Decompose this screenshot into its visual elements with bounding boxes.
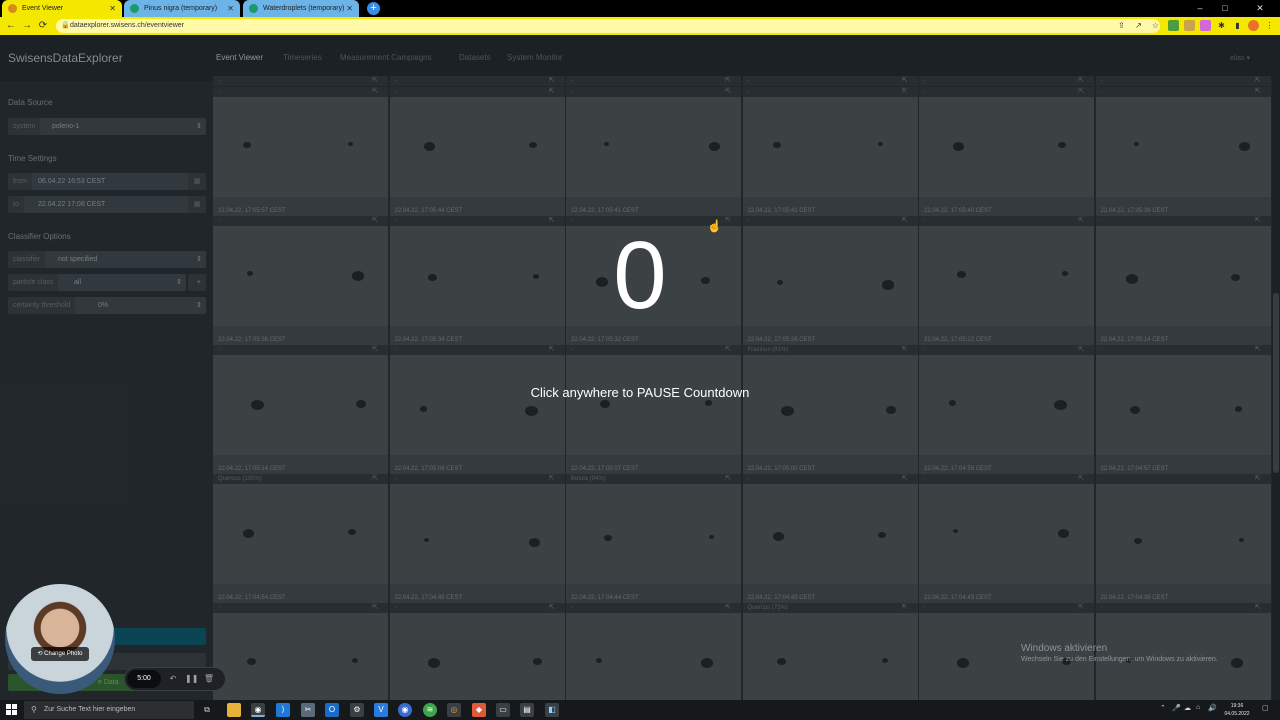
- tab-close-icon[interactable]: ✕: [346, 0, 353, 17]
- windows-activation-title: Windows aktivieren: [1021, 643, 1108, 654]
- share-icon[interactable]: ⇪: [1116, 20, 1127, 31]
- teams-icon[interactable]: ◉: [398, 703, 412, 717]
- gitkraken-icon[interactable]: ◆: [472, 703, 486, 717]
- puzzle-icon[interactable]: ✱: [1216, 20, 1227, 31]
- minimize-icon[interactable]: –: [1190, 0, 1210, 17]
- change-photo-label: Change Photo: [44, 651, 83, 657]
- change-photo-button[interactable]: ⟲ Change Photo: [31, 647, 89, 661]
- spotify-icon[interactable]: ≋: [423, 703, 437, 717]
- windows-activation-watermark: Windows aktivieren Wechseln Sie zu den E…: [1021, 643, 1218, 663]
- favicon-icon: [130, 4, 139, 13]
- pause-countdown-message: Click anywhere to PAUSE Countdown: [530, 385, 750, 400]
- favicon-icon: [8, 4, 17, 13]
- extension-icon[interactable]: [1168, 20, 1179, 31]
- browser-tab-strip: Event Viewer ✕ Pinus nigra (temporary) ✕…: [0, 0, 1280, 17]
- settings-app-icon[interactable]: ⚙: [350, 703, 364, 717]
- url-text: dataexplorer.swisens.ch/eventviewer: [70, 22, 185, 29]
- notepad-icon[interactable]: ▤: [520, 703, 534, 717]
- volume-icon[interactable]: 🔊: [1208, 704, 1217, 712]
- menu-icon[interactable]: ⋮: [1264, 20, 1275, 31]
- taskbar-clock[interactable]: 19:36 04.05.2022: [1222, 702, 1252, 718]
- recording-timer: 5:00: [127, 670, 161, 688]
- tab-close-icon[interactable]: ✕: [227, 0, 234, 17]
- network-icon[interactable]: ⌂: [1196, 704, 1200, 711]
- tab-pinus-nigra[interactable]: Pinus nigra (temporary) ✕: [124, 0, 240, 17]
- taskbar-search-input[interactable]: ⚲ Zur Suche Text hier eingeben: [24, 701, 194, 719]
- maximize-icon[interactable]: □: [1215, 0, 1235, 17]
- mouse-cursor-icon: ☝: [707, 219, 722, 233]
- extension-icon[interactable]: [1184, 20, 1195, 31]
- windows-activation-subtitle: Wechseln Sie zu den Einstellungen, um Wi…: [1021, 656, 1218, 663]
- cloud-icon[interactable]: ☁: [1184, 704, 1191, 712]
- tab-close-icon[interactable]: ✕: [109, 0, 116, 17]
- search-icon: ⚲: [31, 705, 37, 714]
- task-view-icon[interactable]: ⧉: [200, 703, 214, 717]
- chrome-icon[interactable]: ◉: [251, 703, 265, 717]
- tab-title: Event Viewer: [22, 5, 64, 12]
- file-explorer-icon[interactable]: [227, 703, 241, 717]
- search-placeholder: Zur Suche Text hier eingeben: [44, 706, 136, 713]
- tab-event-viewer[interactable]: Event Viewer ✕: [2, 0, 122, 17]
- star-icon[interactable]: ☆: [1150, 20, 1161, 31]
- close-window-icon[interactable]: ✕: [1250, 0, 1270, 17]
- vmware-icon[interactable]: V: [374, 703, 388, 717]
- app-icon[interactable]: ◧: [545, 703, 559, 717]
- clock-time: 19:36: [1230, 703, 1244, 709]
- send-icon[interactable]: ↗: [1133, 20, 1144, 31]
- new-tab-button[interactable]: +: [367, 2, 380, 15]
- forward-icon[interactable]: →: [20, 19, 34, 33]
- tab-title: Pinus nigra (temporary): [144, 5, 218, 12]
- windows-taskbar: ⚲ Zur Suche Text hier eingeben ⧉ ◉ ⟩ ✂ O…: [0, 700, 1280, 720]
- tab-title: Waterdroplets (temporary): [263, 5, 345, 12]
- lock-icon: 🔒: [61, 22, 70, 29]
- tab-waterdroplets[interactable]: Waterdroplets (temporary) ✕: [243, 0, 359, 17]
- sidebar-icon[interactable]: ▮: [1232, 20, 1243, 31]
- notifications-icon[interactable]: ▢: [1262, 704, 1269, 712]
- clock-date: 04.05.2022: [1224, 711, 1250, 717]
- pause-icon[interactable]: ❚❚: [185, 672, 198, 686]
- trash-icon[interactable]: 🗑: [203, 672, 215, 686]
- countdown-number: 0: [613, 222, 667, 329]
- back-icon[interactable]: ←: [4, 19, 18, 33]
- terminal-icon[interactable]: ▭: [496, 703, 510, 717]
- webcam-avatar: [5, 584, 115, 694]
- address-bar-row: ← → ⟳ 🔒 dataexplorer.swisens.ch/eventvie…: [0, 17, 1280, 35]
- tray-chevron-icon[interactable]: ⌃: [1160, 704, 1166, 712]
- undo-icon[interactable]: ↶: [167, 672, 179, 686]
- profile-avatar[interactable]: [1248, 20, 1259, 31]
- snipping-tool-icon[interactable]: ✂: [301, 703, 315, 717]
- github-icon[interactable]: ◎: [447, 703, 461, 717]
- countdown-overlay[interactable]: 0 Click anywhere to PAUSE Countdown: [0, 35, 1280, 700]
- reload-icon[interactable]: ⟳: [36, 19, 50, 33]
- vscode-icon[interactable]: ⟩: [276, 703, 290, 717]
- url-input[interactable]: 🔒 dataexplorer.swisens.ch/eventviewer: [56, 19, 1160, 33]
- windows-start-icon[interactable]: [6, 704, 17, 715]
- extension-icon[interactable]: [1200, 20, 1211, 31]
- microphone-icon[interactable]: 🎤: [1172, 704, 1181, 712]
- outlook-icon[interactable]: O: [325, 703, 339, 717]
- favicon-icon: [249, 4, 258, 13]
